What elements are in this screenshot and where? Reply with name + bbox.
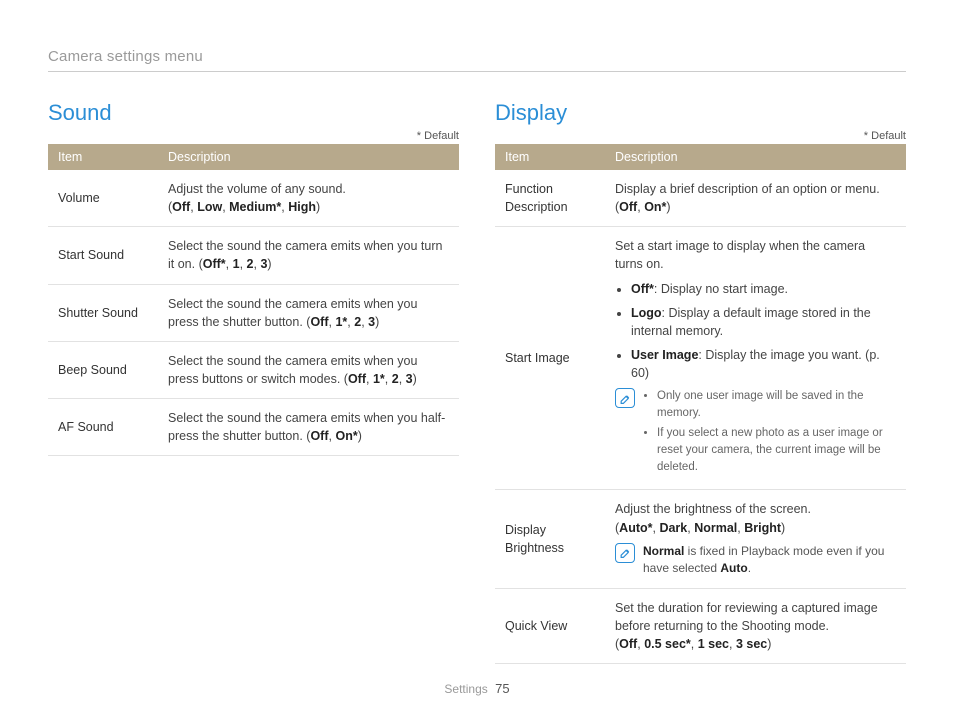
table-row: Shutter SoundSelect the sound the camera… (48, 284, 459, 341)
row-description: Adjust the volume of any sound.(Off, Low… (158, 170, 459, 227)
header-item: Item (495, 144, 605, 170)
row-item: AF Sound (48, 399, 158, 456)
row-item: Shutter Sound (48, 284, 158, 341)
table-row: Display BrightnessAdjust the brightness … (495, 490, 906, 588)
default-note-left: * Default (48, 130, 459, 142)
table-row: Function DescriptionDisplay a brief desc… (495, 170, 906, 227)
table-row: Start SoundSelect the sound the camera e… (48, 227, 459, 284)
footer-section: Settings (444, 682, 487, 696)
row-item: Function Description (495, 170, 605, 227)
row-item: Display Brightness (495, 490, 605, 588)
page-footer: Settings 75 (0, 681, 954, 696)
row-description: Adjust the brightness of the screen.(Aut… (605, 490, 906, 588)
row-description: Set a start image to display when the ca… (605, 227, 906, 490)
section-title-display: Display (495, 100, 906, 126)
note-content: Only one user image will be saved in the… (643, 388, 896, 479)
row-item: Start Image (495, 227, 605, 490)
table-row: Start ImageSet a start image to display … (495, 227, 906, 490)
row-item: Volume (48, 170, 158, 227)
row-description: Select the sound the camera emits when y… (158, 227, 459, 284)
section-title-sound: Sound (48, 100, 459, 126)
inline-note: Normal is fixed in Playback mode even if… (615, 543, 896, 578)
row-item: Start Sound (48, 227, 158, 284)
table-row: Beep SoundSelect the sound the camera em… (48, 341, 459, 398)
row-description: Select the sound the camera emits when y… (158, 341, 459, 398)
row-item: Beep Sound (48, 341, 158, 398)
sound-section: Sound * Default Item Description VolumeA… (48, 100, 459, 664)
row-item: Quick View (495, 588, 605, 663)
note-text: Normal is fixed in Playback mode even if… (643, 543, 896, 578)
row-description: Display a brief description of an option… (605, 170, 906, 227)
default-note-right: * Default (495, 130, 906, 142)
display-section: Display * Default Item Description Funct… (495, 100, 906, 664)
display-table: Item Description Function DescriptionDis… (495, 144, 906, 664)
note-block: Only one user image will be saved in the… (615, 388, 896, 479)
footer-page-number: 75 (495, 681, 509, 696)
header-description: Description (605, 144, 906, 170)
breadcrumb: Camera settings menu (48, 48, 906, 72)
note-icon (615, 543, 635, 563)
sound-table: Item Description VolumeAdjust the volume… (48, 144, 459, 456)
columns-container: Sound * Default Item Description VolumeA… (48, 100, 906, 664)
note-icon (615, 388, 635, 408)
header-item: Item (48, 144, 158, 170)
page: Camera settings menu Sound * Default Ite… (0, 0, 954, 664)
row-description: Set the duration for reviewing a capture… (605, 588, 906, 663)
row-description: Select the sound the camera emits when y… (158, 284, 459, 341)
note-list-item: If you select a new photo as a user imag… (657, 425, 896, 475)
row-description: Select the sound the camera emits when y… (158, 399, 459, 456)
header-description: Description (158, 144, 459, 170)
table-row: VolumeAdjust the volume of any sound.(Of… (48, 170, 459, 227)
table-row: AF SoundSelect the sound the camera emit… (48, 399, 459, 456)
table-row: Quick ViewSet the duration for reviewing… (495, 588, 906, 663)
note-list-item: Only one user image will be saved in the… (657, 388, 896, 421)
